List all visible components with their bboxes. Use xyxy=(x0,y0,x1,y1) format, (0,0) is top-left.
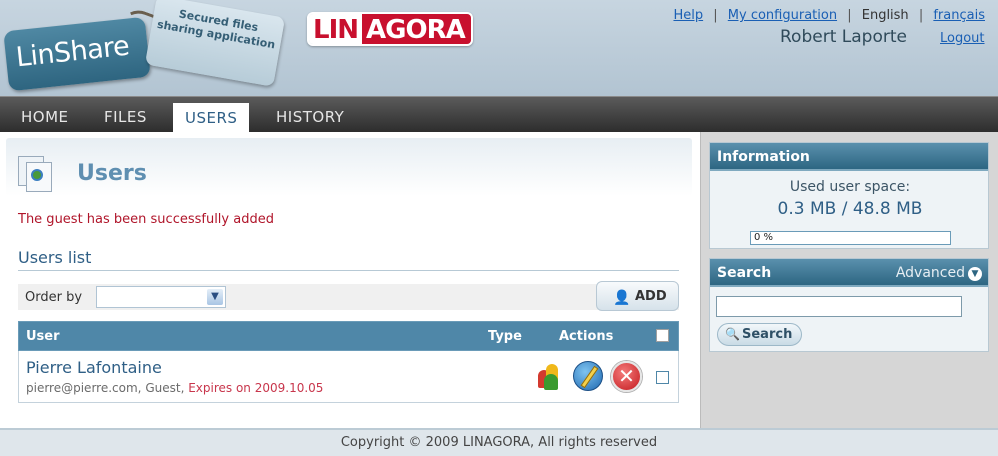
column-actions: Actions xyxy=(559,329,614,344)
linagora-logo[interactable]: LIN AGORA xyxy=(307,12,473,46)
tab-files[interactable]: FILES xyxy=(104,97,147,133)
edit-user-icon[interactable] xyxy=(573,361,603,391)
add-user-button[interactable]: 👤 ADD xyxy=(596,281,679,311)
order-by-select[interactable]: ▼ xyxy=(96,286,226,308)
page-title: Users xyxy=(77,161,147,186)
linshare-logo[interactable]: LinShare xyxy=(3,4,184,92)
chevron-down-icon[interactable]: ▼ xyxy=(207,289,223,305)
tab-users[interactable]: USERS xyxy=(173,103,250,133)
my-configuration-link[interactable]: My configuration xyxy=(728,8,837,23)
search-button-label: Search xyxy=(742,327,793,342)
search-panel: Search Advanced▼ 👤 🔍 Search xyxy=(709,258,989,352)
search-title: Search Advanced ▼ xyxy=(710,259,988,287)
search-button[interactable]: 🔍 Search xyxy=(717,323,802,346)
tagline-tag: Secured files sharing application xyxy=(144,0,286,87)
group-users-icon[interactable] xyxy=(536,362,564,390)
success-message: The guest has been successfully added xyxy=(18,212,274,227)
brand-right: AGORA xyxy=(362,14,471,44)
logout-link[interactable]: Logout xyxy=(940,31,985,46)
advanced-label: Advanced xyxy=(895,265,965,281)
magnifier-icon: 🔍 xyxy=(725,327,740,341)
copyright-text: Copyright © 2009 LINAGORA, All rights re… xyxy=(340,435,658,450)
add-user-icon: 👤 xyxy=(613,290,631,306)
row-checkbox[interactable] xyxy=(656,371,669,384)
used-space-label: Used user space: xyxy=(789,179,911,195)
users-table-header: User Type Actions xyxy=(18,321,679,351)
progress-text: 0 % xyxy=(754,232,774,243)
help-link[interactable]: Help xyxy=(673,8,703,23)
main-navigation: HOME FILES USERS HISTORY xyxy=(0,96,998,133)
user-expiry: Expires on 2009.10.05 xyxy=(188,381,324,395)
add-label: ADD xyxy=(635,289,667,304)
footer: Copyright © 2009 LINAGORA, All rights re… xyxy=(0,428,998,456)
column-type[interactable]: Type xyxy=(488,329,522,344)
user-name-cell[interactable]: Pierre Lafontaine xyxy=(26,358,162,377)
separator: | xyxy=(847,8,852,23)
separator: | xyxy=(918,8,924,23)
delete-user-icon[interactable]: ✕ xyxy=(611,361,642,392)
user-role: Guest xyxy=(145,381,181,395)
search-title-label: Search xyxy=(717,265,772,281)
top-links: Help | My configuration | English | fran… xyxy=(673,8,985,23)
select-all-checkbox[interactable] xyxy=(656,329,669,342)
space-progress-bar: 0 % xyxy=(750,231,951,245)
user-email: pierre@pierre.com xyxy=(26,381,138,395)
divider xyxy=(18,270,679,271)
user-name: Robert Laporte xyxy=(780,27,907,47)
column-user[interactable]: User xyxy=(26,329,60,344)
separator: | xyxy=(713,8,718,23)
app-header: LinShare Secured files sharing applicati… xyxy=(0,0,998,96)
sidebar: Information Used user space: 0.3 MB / 48… xyxy=(700,132,998,428)
current-language: English xyxy=(861,8,909,23)
information-panel: Information Used user space: 0.3 MB / 48… xyxy=(709,142,989,249)
used-space-value: 0.3 MB / 48.8 MB xyxy=(777,199,923,219)
main-content: Users The guest has been successfully ad… xyxy=(0,132,700,428)
tagline-text: Secured files sharing application xyxy=(156,7,277,52)
brand-left: LIN xyxy=(309,14,363,44)
advanced-search-toggle[interactable]: Advanced ▼ xyxy=(896,265,982,281)
order-by-label: Order by xyxy=(25,290,83,305)
tab-home[interactable]: HOME xyxy=(21,97,69,133)
logo-text: LinShare xyxy=(3,16,151,92)
francais-link[interactable]: français xyxy=(933,8,985,23)
table-row: Pierre Lafontaine pierre@pierre.com, Gue… xyxy=(18,351,679,403)
tab-history[interactable]: HISTORY xyxy=(276,97,344,133)
users-icon xyxy=(14,150,58,192)
chevron-down-icon: ▼ xyxy=(968,267,982,281)
order-bar: Order by ▼ xyxy=(18,284,679,310)
search-input[interactable] xyxy=(716,296,962,317)
information-title: Information xyxy=(710,143,988,171)
user-details: pierre@pierre.com, Guest, Expires on 200… xyxy=(26,381,324,395)
users-list-title: Users list xyxy=(18,248,92,267)
